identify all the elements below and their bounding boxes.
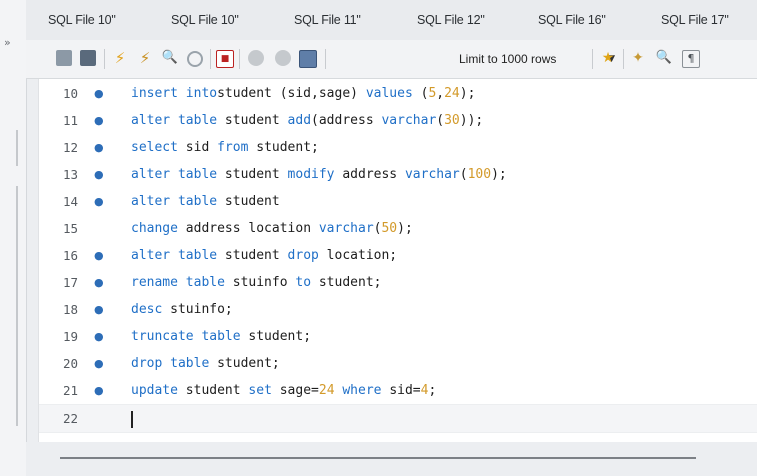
line-number: 16 bbox=[63, 248, 79, 263]
panel-scrollbar-track bbox=[16, 186, 18, 426]
statement-marker-icon[interactable]: ● bbox=[94, 269, 104, 296]
tab-sql-file[interactable]: SQL File 10" bbox=[171, 13, 239, 27]
execute-current-icon[interactable]: ⚡ bbox=[137, 50, 153, 66]
line-number: 19 bbox=[63, 329, 79, 344]
code-line[interactable]: 22 bbox=[39, 404, 757, 433]
toolbar-separator bbox=[239, 49, 240, 69]
code-line[interactable]: 21 ● update student set sage=24 where sid=… bbox=[39, 377, 757, 404]
toolbar-separator bbox=[325, 49, 326, 69]
code-text: alter table student bbox=[131, 194, 280, 209]
execute-icon[interactable]: ⚡ bbox=[112, 50, 128, 66]
code-line[interactable]: 13 ● alter table student modify address va… bbox=[39, 161, 757, 188]
row-limit-value: Limit to 1000 rows bbox=[459, 52, 557, 66]
statement-marker-icon[interactable]: ● bbox=[94, 350, 104, 377]
code-line[interactable]: 10 ● insert intostudent (sid,sage) values … bbox=[39, 80, 757, 107]
left-panel-edge: » bbox=[0, 0, 27, 476]
bookmark-star-icon[interactable]: ★ bbox=[600, 50, 616, 66]
editor-tab-bar: SQL File 10" SQL File 10" SQL File 11" S… bbox=[26, 0, 757, 41]
code-text: desc stuinfo; bbox=[131, 302, 233, 317]
invisible-chars-icon[interactable]: ¶ bbox=[682, 50, 700, 68]
code-line[interactable]: 18 ● desc stuinfo; bbox=[39, 296, 757, 323]
tab-sql-file[interactable]: SQL File 10" bbox=[48, 13, 116, 27]
line-number: 21 bbox=[63, 383, 79, 398]
tab-sql-file[interactable]: SQL File 16" bbox=[538, 13, 606, 27]
code-text: drop table student; bbox=[131, 356, 280, 371]
code-line[interactable]: 20 ● drop table student; bbox=[39, 350, 757, 377]
code-text: rename table stuinfo to student; bbox=[131, 275, 382, 290]
code-line[interactable]: 16 ● alter table student drop location; bbox=[39, 242, 757, 269]
commit-icon[interactable] bbox=[248, 50, 264, 66]
line-number: 20 bbox=[63, 356, 79, 371]
code-text: alter table student drop location; bbox=[131, 248, 398, 263]
toolbar-separator bbox=[623, 49, 624, 69]
find-icon[interactable]: 🔍 bbox=[656, 50, 672, 66]
tab-sql-file[interactable]: SQL File 11" bbox=[294, 13, 361, 27]
code-text: update student set sage=24 where sid=4; bbox=[131, 383, 437, 398]
code-line[interactable]: 11 ● alter table student add(address varch… bbox=[39, 107, 757, 134]
statement-marker-icon[interactable]: ● bbox=[94, 323, 104, 350]
code-text: select sid from student; bbox=[131, 140, 319, 155]
explain-icon[interactable]: 🔍 bbox=[162, 50, 178, 66]
stop-icon[interactable] bbox=[187, 51, 203, 67]
line-number: 17 bbox=[63, 275, 79, 290]
editor-bottom-area bbox=[26, 442, 757, 476]
code-line[interactable]: 19 ● truncate table student; bbox=[39, 323, 757, 350]
code-text: alter table student modify address varch… bbox=[131, 167, 507, 182]
line-number: 12 bbox=[63, 140, 79, 155]
statement-marker-icon[interactable]: ● bbox=[94, 134, 104, 161]
save-icon[interactable] bbox=[80, 50, 96, 66]
line-number: 13 bbox=[63, 167, 79, 182]
statement-marker-icon[interactable]: ● bbox=[94, 188, 104, 215]
collapse-arrows-icon[interactable]: » bbox=[4, 36, 11, 49]
horizontal-scrollbar[interactable] bbox=[60, 457, 696, 459]
beautify-icon[interactable]: ✦ bbox=[630, 50, 646, 66]
code-line[interactable]: 15 change address location varchar(50); bbox=[39, 215, 757, 242]
open-folder-icon[interactable] bbox=[56, 50, 72, 66]
statement-marker-icon[interactable]: ● bbox=[94, 80, 104, 107]
row-limit-select[interactable]: Limit to 1000 rows ▼ bbox=[459, 50, 619, 68]
panel-scrollbar[interactable] bbox=[16, 130, 18, 166]
line-number: 10 bbox=[63, 86, 79, 101]
toggle-error-icon[interactable]: ■ bbox=[216, 50, 234, 68]
line-number: 15 bbox=[63, 221, 79, 236]
editor-toolbar: ⚡ ⚡ 🔍 ■ Limit to 1000 rows ▼ ★ ✦ 🔍 ¶ bbox=[26, 40, 757, 79]
sql-editor[interactable]: 10 ● insert intostudent (sid,sage) values … bbox=[38, 79, 757, 442]
line-number: 14 bbox=[63, 194, 79, 209]
statement-marker-icon[interactable]: ● bbox=[94, 242, 104, 269]
line-number: 18 bbox=[63, 302, 79, 317]
code-line[interactable]: 14 ● alter table student bbox=[39, 188, 757, 215]
code-line[interactable]: 17 ● rename table stuinfo to student; bbox=[39, 269, 757, 296]
toolbar-separator bbox=[592, 49, 593, 69]
code-text: truncate table student; bbox=[131, 329, 312, 344]
toolbar-separator bbox=[104, 49, 105, 69]
tab-sql-file[interactable]: SQL File 12" bbox=[417, 13, 485, 27]
rollback-icon[interactable] bbox=[275, 50, 291, 66]
code-text: change address location varchar(50); bbox=[131, 221, 413, 236]
autocommit-icon[interactable] bbox=[299, 50, 317, 68]
statement-marker-icon[interactable]: ● bbox=[94, 161, 104, 188]
statement-marker-icon[interactable]: ● bbox=[94, 296, 104, 323]
line-number: 11 bbox=[63, 113, 79, 128]
code-line[interactable]: 12 ● select sid from student; bbox=[39, 134, 757, 161]
statement-marker-icon[interactable]: ● bbox=[94, 107, 104, 134]
text-cursor bbox=[131, 411, 133, 428]
tab-sql-file[interactable]: SQL File 17" bbox=[661, 13, 729, 27]
toolbar-separator bbox=[210, 49, 211, 69]
statement-marker-icon[interactable]: ● bbox=[94, 377, 104, 404]
line-number: 22 bbox=[63, 411, 79, 426]
code-text: insert intostudent (sid,sage) values (5,… bbox=[131, 86, 476, 101]
code-text: alter table student add(address varchar(… bbox=[131, 113, 484, 128]
